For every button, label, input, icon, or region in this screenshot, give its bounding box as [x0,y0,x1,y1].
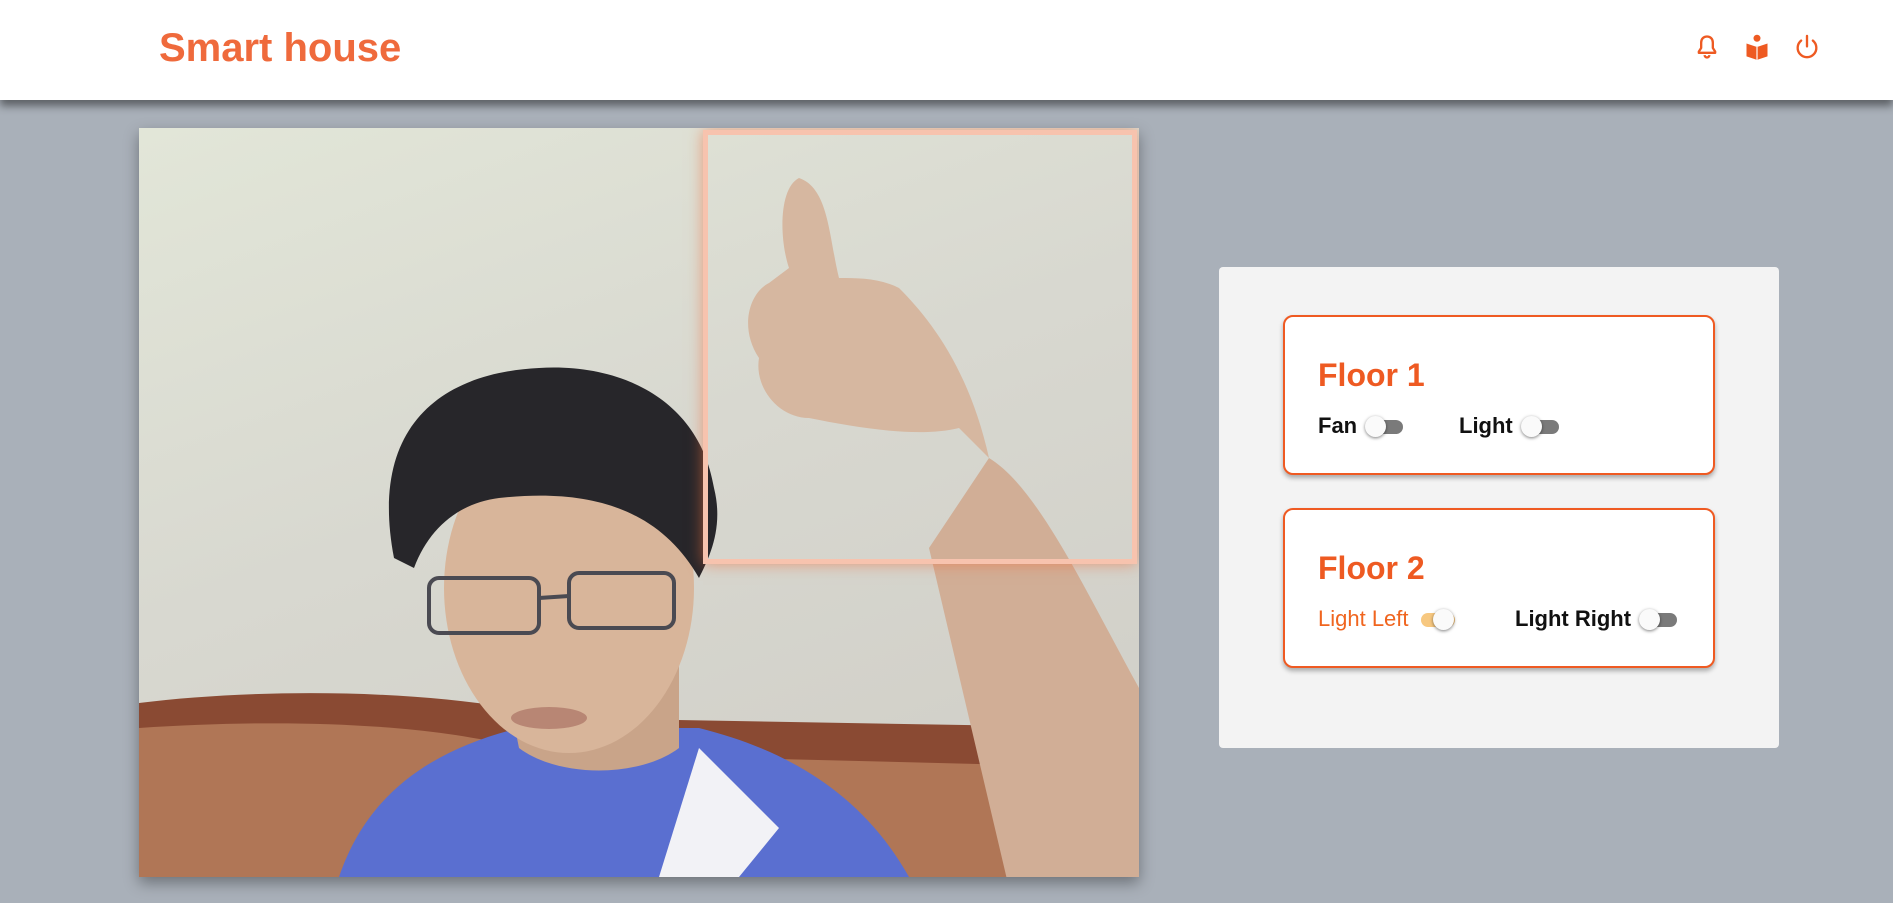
top-bar: Smart house [0,0,1893,100]
floor-2-card: Floor 2 Light Left Light Right [1283,508,1715,668]
light-left-label: Light Left [1318,606,1409,631]
gesture-detection-box [703,130,1137,564]
light-right-toggle[interactable] [1639,608,1678,630]
floor-2-light-right-control: Light Right [1515,606,1678,632]
floor-1-light-control: Light [1459,413,1559,439]
floor-1-title: Floor 1 [1318,357,1425,393]
light-toggle[interactable] [1520,415,1559,437]
camera-feed [139,128,1139,877]
floor-1-card: Floor 1 Fan Light [1283,315,1715,475]
power-icon[interactable] [1792,32,1822,62]
light-left-toggle[interactable] [1417,608,1455,630]
floor-2-title: Floor 2 [1318,550,1425,586]
fan-toggle[interactable] [1365,415,1404,437]
book-reader-icon[interactable] [1742,32,1772,62]
brand-title[interactable]: Smart house [159,26,401,71]
header-actions [1692,32,1822,62]
floor-1-fan-control: Fan [1318,413,1404,439]
floor-2-light-left-control: Light Left [1318,606,1455,632]
light-label: Light [1459,413,1513,438]
light-right-label: Light Right [1515,606,1632,631]
control-panel: Floor 1 Fan Light Floor 2 Light Left Lig… [1219,267,1779,748]
bell-icon[interactable] [1692,32,1722,62]
fan-label: Fan [1318,413,1358,438]
